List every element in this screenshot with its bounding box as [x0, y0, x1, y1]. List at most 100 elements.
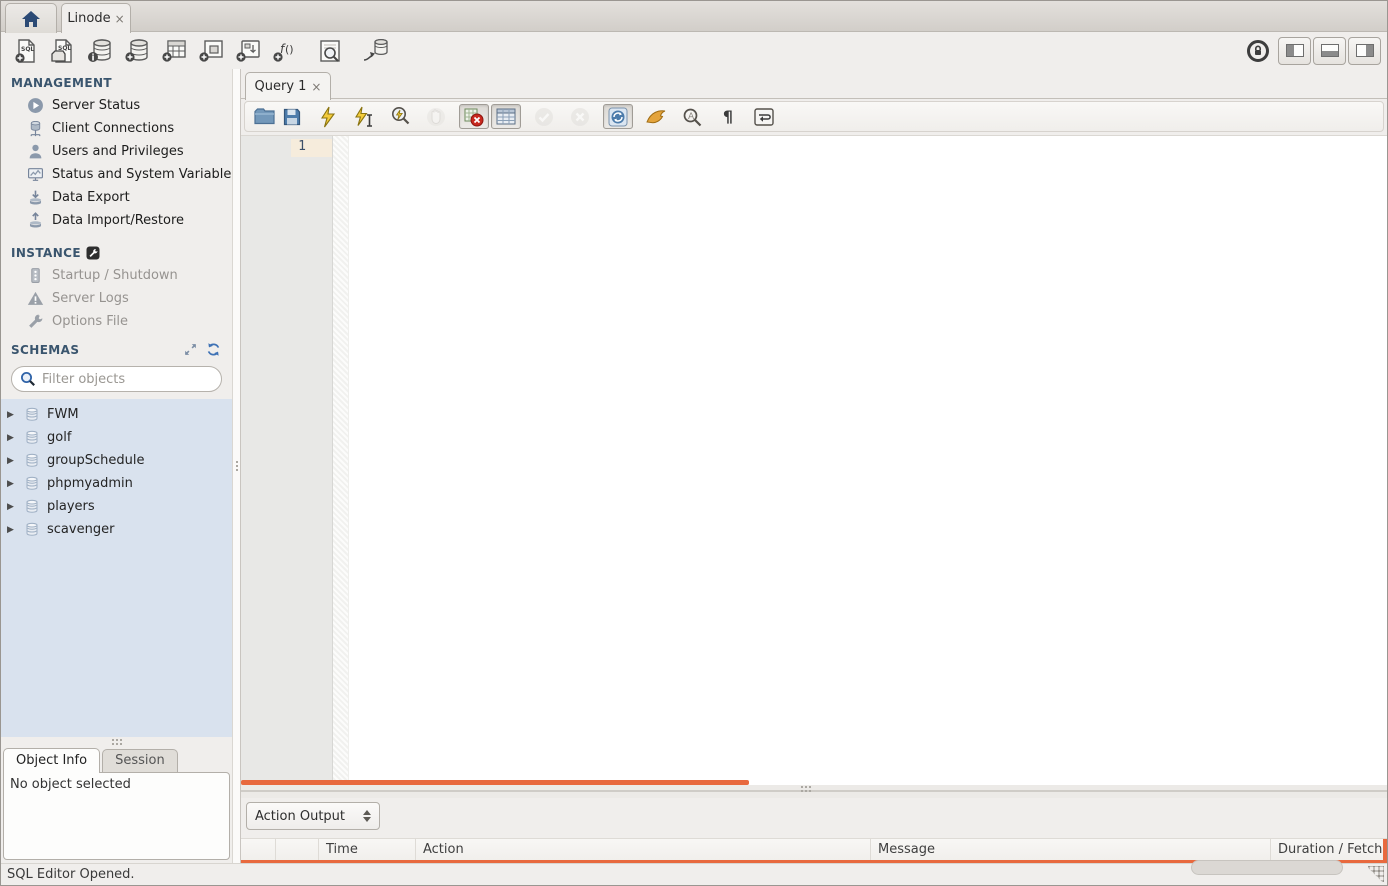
- sidebar-item-options-file[interactable]: Options File: [1, 310, 232, 333]
- limit-rows-button[interactable]: [491, 104, 521, 129]
- expand-panel-icon[interactable]: [183, 342, 199, 358]
- search-icon: [20, 371, 36, 387]
- system-variables-icon: [27, 166, 44, 183]
- data-export-icon: [27, 189, 44, 206]
- info-tabbar: Object Info Session: [1, 746, 232, 773]
- status-text: SQL Editor Opened.: [7, 867, 135, 882]
- commit-button[interactable]: [531, 104, 557, 129]
- editor-text-area[interactable]: [349, 136, 1387, 785]
- schema-item-scavenger[interactable]: ▶ scavenger: [1, 518, 232, 541]
- open-script-button[interactable]: [251, 104, 277, 129]
- execute-button[interactable]: [315, 104, 341, 129]
- chevron-right-icon[interactable]: ▶: [7, 410, 17, 420]
- chevron-right-icon[interactable]: ▶: [7, 525, 17, 535]
- toggle-left-sidebar-button[interactable]: [1278, 37, 1311, 65]
- sidebar-item-data-import[interactable]: Data Import/Restore: [1, 209, 232, 232]
- invisible-chars-button[interactable]: ¶: [715, 104, 741, 129]
- schema-list[interactable]: ▶ FWM ▶ golf ▶ groupSchedule ▶ phpmyadmi…: [1, 399, 232, 737]
- toggle-autocommit-icon: [608, 107, 628, 127]
- schema-inspector-icon: i: [86, 38, 114, 64]
- search-table-data-icon: [317, 38, 343, 64]
- toggle-autocommit-button[interactable]: [603, 104, 633, 129]
- schema-item-fwm[interactable]: ▶ FWM: [1, 403, 232, 426]
- data-import-icon: [27, 212, 44, 229]
- users-icon: [27, 143, 44, 160]
- open-sql-script-icon: SQL: [50, 38, 76, 64]
- tab-object-info[interactable]: Object Info: [3, 748, 100, 773]
- create-schema-button[interactable]: [118, 35, 155, 66]
- toggle-right-sidebar-button[interactable]: [1348, 37, 1381, 65]
- output-type-select[interactable]: Action Output: [246, 802, 380, 830]
- query-tab-label: Query 1: [255, 79, 307, 94]
- sidebar-item-server-status[interactable]: Server Status: [1, 94, 232, 117]
- refresh-icon[interactable]: [206, 342, 222, 358]
- column-message[interactable]: Message: [871, 839, 1271, 860]
- reconnect-dbms-button[interactable]: [356, 35, 393, 66]
- output-panel: Action Output Time Action Message Durati…: [241, 798, 1387, 863]
- sidebar-item-system-variables[interactable]: Status and System Variables: [1, 163, 232, 186]
- new-query-tab-button[interactable]: SQL: [7, 35, 44, 66]
- explain-button[interactable]: [387, 104, 413, 129]
- schema-icon: [24, 453, 40, 468]
- schema-item-players[interactable]: ▶ players: [1, 495, 232, 518]
- sidebar-splitter[interactable]: [232, 69, 241, 863]
- sidebar-item-data-export[interactable]: Data Export: [1, 186, 232, 209]
- home-tab[interactable]: [5, 3, 57, 33]
- sidebar-item-users-privileges[interactable]: Users and Privileges: [1, 140, 232, 163]
- chevron-right-icon[interactable]: ▶: [7, 433, 17, 443]
- column-time[interactable]: Time: [319, 839, 416, 860]
- schema-inspector-button[interactable]: i: [81, 35, 118, 66]
- execute-current-icon: [354, 106, 374, 128]
- chevron-right-icon[interactable]: ▶: [7, 502, 17, 512]
- schema-item-golf[interactable]: ▶ golf: [1, 426, 232, 449]
- column-action[interactable]: Action: [416, 839, 871, 860]
- sidebar-item-server-logs[interactable]: Server Logs: [1, 287, 232, 310]
- toggle-right-sidebar-icon: [1356, 44, 1374, 57]
- toggle-bottom-panel-button[interactable]: [1313, 37, 1346, 65]
- reconnect-dbms-icon: [361, 38, 389, 64]
- create-function-button[interactable]: f(): [266, 35, 303, 66]
- close-icon[interactable]: ×: [115, 12, 125, 26]
- output-vertical-scrollbar[interactable]: [1383, 839, 1387, 863]
- connection-tab-linode[interactable]: Linode ×: [61, 3, 131, 33]
- schema-item-groupschedule[interactable]: ▶ groupSchedule: [1, 449, 232, 472]
- create-table-button[interactable]: [155, 35, 192, 66]
- client-connections-icon: [27, 120, 44, 137]
- create-view-button[interactable]: [192, 35, 229, 66]
- chevron-right-icon[interactable]: ▶: [7, 456, 17, 466]
- schema-item-phpmyadmin[interactable]: ▶ phpmyadmin: [1, 472, 232, 495]
- schema-filter-box[interactable]: [11, 366, 222, 392]
- toggle-stop-on-error-button[interactable]: [459, 104, 489, 129]
- tab-session[interactable]: Session: [102, 749, 178, 773]
- sidebar-item-client-connections[interactable]: Client Connections: [1, 117, 232, 140]
- sql-code-editor[interactable]: 1: [241, 135, 1387, 785]
- schema-filter-input[interactable]: [42, 372, 213, 387]
- column-status[interactable]: [241, 839, 276, 860]
- save-script-button[interactable]: [279, 104, 305, 129]
- search-table-data-button[interactable]: [311, 35, 348, 66]
- column-duration-fetch[interactable]: Duration / Fetch: [1271, 839, 1387, 860]
- find-button[interactable]: A: [679, 104, 705, 129]
- sidebar-bottom-splitter[interactable]: [1, 737, 232, 746]
- query-tab[interactable]: Query 1 ×: [245, 72, 331, 100]
- open-sql-script-button[interactable]: SQL: [44, 35, 81, 66]
- sidebar-item-startup-shutdown[interactable]: Startup / Shutdown: [1, 264, 232, 287]
- beautify-button[interactable]: [643, 104, 669, 129]
- svg-text:i: i: [91, 53, 94, 63]
- stop-button[interactable]: [423, 104, 449, 129]
- output-horizontal-scrollbar-thumb[interactable]: [1191, 860, 1343, 875]
- execute-current-button[interactable]: [351, 104, 377, 129]
- warning-icon: [27, 290, 44, 307]
- create-procedure-button[interactable]: [229, 35, 266, 66]
- chevron-right-icon[interactable]: ▶: [7, 479, 17, 489]
- column-index[interactable]: [276, 839, 319, 860]
- wrap-text-button[interactable]: [751, 104, 777, 129]
- window-resize-grip[interactable]: [1368, 866, 1384, 882]
- connection-lock-button[interactable]: [1239, 35, 1276, 66]
- connection-tab-label: Linode: [67, 11, 110, 26]
- rollback-button[interactable]: [567, 104, 593, 129]
- output-splitter[interactable]: [241, 785, 1387, 798]
- create-schema-icon: [123, 38, 151, 64]
- beautify-icon: [645, 108, 667, 126]
- close-icon[interactable]: ×: [311, 80, 321, 94]
